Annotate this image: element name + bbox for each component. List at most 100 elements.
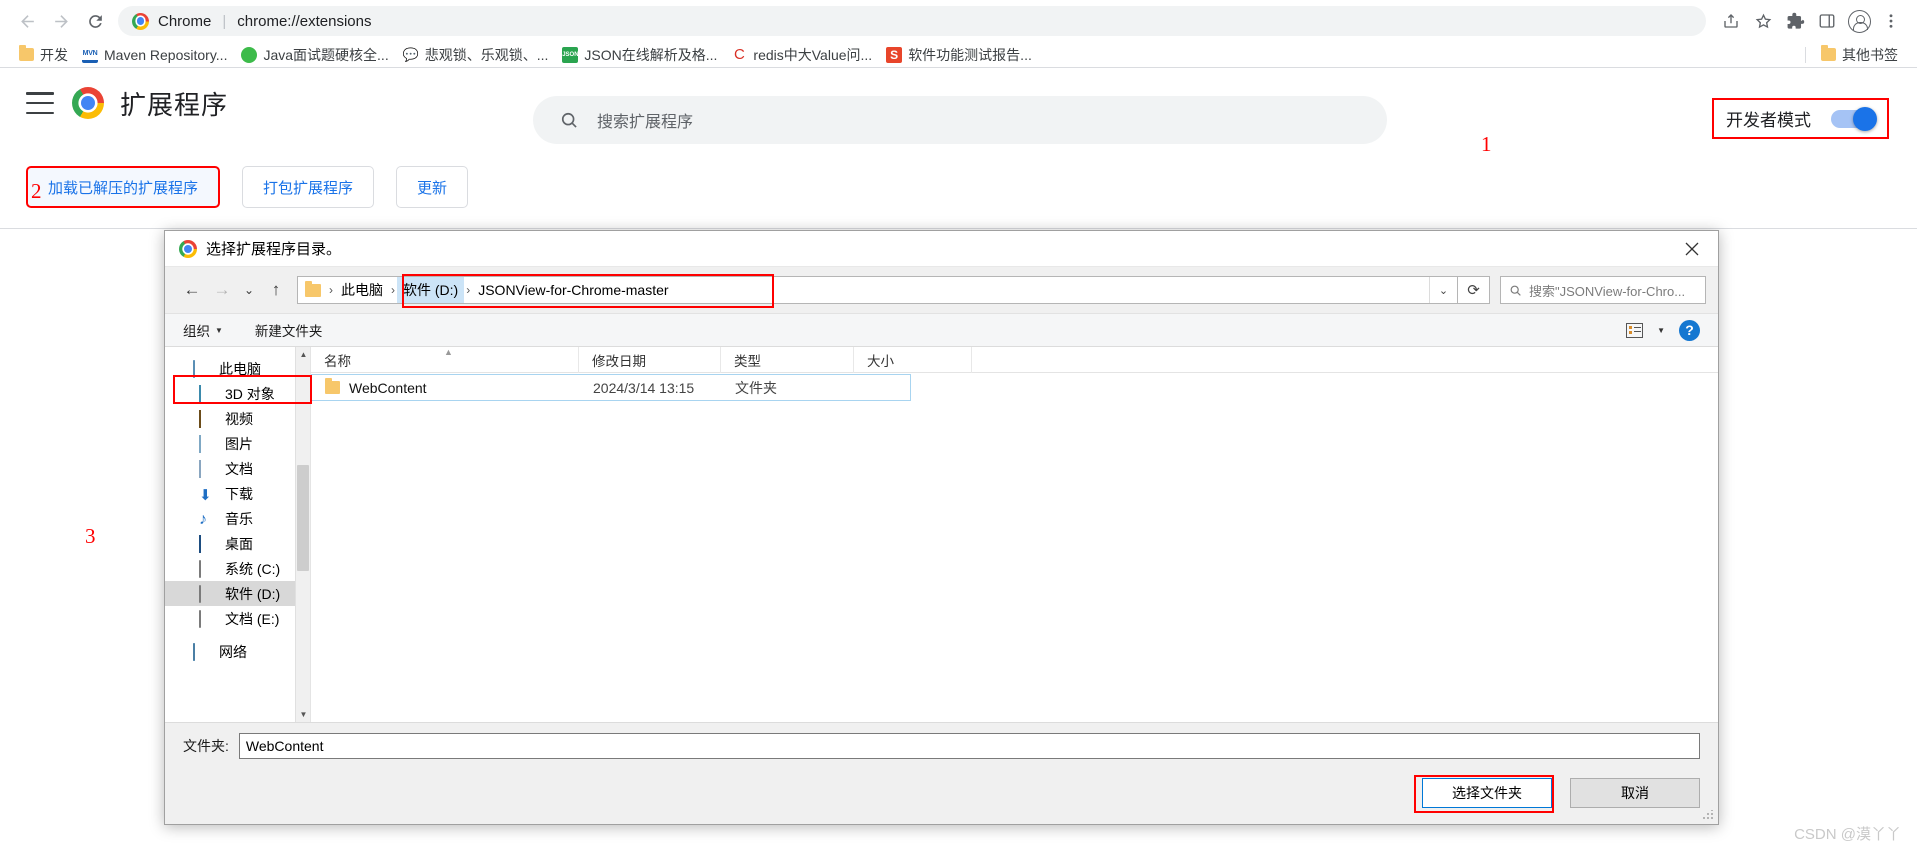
scrollbar-thumb[interactable] bbox=[297, 465, 309, 571]
chevron-down-icon[interactable]: ▼ bbox=[1657, 326, 1665, 335]
update-button[interactable]: 更新 bbox=[396, 166, 468, 208]
help-icon[interactable]: ? bbox=[1679, 320, 1700, 341]
dialog-refresh-button[interactable]: ⟳ bbox=[1458, 276, 1490, 304]
new-folder-button[interactable]: 新建文件夹 bbox=[255, 320, 323, 340]
folder-field-label: 文件夹: bbox=[183, 736, 229, 756]
reload-button[interactable] bbox=[78, 4, 112, 38]
computer-icon bbox=[193, 361, 211, 377]
dialog-toolbar: 组织 ▼ 新建文件夹 ▼ ? bbox=[165, 313, 1718, 347]
dialog-recent-locations-button[interactable]: ⌄ bbox=[237, 275, 261, 305]
bookmark-item[interactable]: S 软件功能测试报告... bbox=[879, 43, 1039, 67]
breadcrumb-separator: › bbox=[464, 283, 472, 297]
profile-avatar-icon[interactable] bbox=[1843, 5, 1875, 37]
folder-name-input[interactable]: WebContent bbox=[239, 733, 1700, 759]
wechat-icon: 💬 bbox=[403, 47, 419, 63]
back-button[interactable] bbox=[10, 4, 44, 38]
tree-item-3d-objects[interactable]: 3D 对象 bbox=[165, 381, 310, 406]
dialog-title-bar: 选择扩展程序目录。 bbox=[165, 231, 1718, 267]
tree-item-this-pc[interactable]: 此电脑 bbox=[165, 356, 310, 381]
bookmark-label: Java面试题硬核全... bbox=[263, 45, 388, 65]
table-row[interactable]: WebContent 2024/3/14 13:15 文件夹 bbox=[311, 374, 911, 401]
dialog-forward-button[interactable]: → bbox=[207, 275, 237, 305]
dialog-up-button[interactable]: ↑ bbox=[261, 275, 291, 305]
music-icon: ♪ bbox=[199, 511, 217, 527]
organize-button[interactable]: 组织 ▼ bbox=[183, 320, 223, 340]
breadcrumb-item-drive-d[interactable]: 软件 (D:) bbox=[397, 277, 464, 303]
tree-item-label: 桌面 bbox=[225, 534, 253, 554]
csdn-c-icon: C bbox=[731, 47, 747, 63]
bookmark-item[interactable]: JSON JSON在线解析及格... bbox=[555, 43, 724, 67]
bookmark-star-icon[interactable] bbox=[1747, 5, 1779, 37]
other-bookmarks-label: 其他书签 bbox=[1842, 45, 1898, 65]
hamburger-menu-icon[interactable] bbox=[26, 92, 54, 114]
screenshot-root: Chrome | chrome://extensions 开发 MVN bbox=[0, 0, 1917, 850]
chevron-down-icon[interactable]: ⌄ bbox=[1429, 277, 1457, 303]
file-name-label: WebContent bbox=[349, 380, 427, 396]
tree-item-pictures[interactable]: 图片 bbox=[165, 431, 310, 456]
forward-button[interactable] bbox=[44, 4, 78, 38]
resize-grip[interactable] bbox=[1703, 810, 1713, 820]
dialog-address-bar[interactable]: › 此电脑 › 软件 (D:) › JSONView-for-Chrome-ma… bbox=[297, 276, 1458, 304]
tree-item-desktop[interactable]: 桌面 bbox=[165, 531, 310, 556]
bookmark-item[interactable]: MVN Maven Repository... bbox=[75, 45, 234, 65]
dialog-toolbar-right: ▼ ? bbox=[1626, 320, 1700, 341]
pack-extension-button[interactable]: 打包扩展程序 bbox=[242, 166, 374, 208]
tree-scrollbar[interactable]: ▲ ▼ bbox=[295, 347, 310, 722]
bookmarks-bar: 开发 MVN Maven Repository... Java面试题硬核全...… bbox=[0, 42, 1917, 68]
column-header-name[interactable]: 名称 ▲ bbox=[311, 347, 579, 373]
dialog-search-placeholder: 搜索"JSONView-for-Chro... bbox=[1529, 281, 1685, 300]
bookmark-item[interactable]: C redis中大Value问... bbox=[724, 43, 879, 67]
dialog-search-input[interactable]: 搜索"JSONView-for-Chro... bbox=[1500, 276, 1706, 304]
chrome-menu-icon[interactable] bbox=[1875, 5, 1907, 37]
dialog-back-button[interactable]: ← bbox=[177, 275, 207, 305]
bookmarks-bar-right: 其他书签 bbox=[1805, 43, 1905, 67]
close-icon[interactable] bbox=[1666, 231, 1718, 267]
tree-item-drive-d[interactable]: 软件 (D:) bbox=[165, 581, 310, 606]
tree-item-drive-c[interactable]: 系统 (C:) bbox=[165, 556, 310, 581]
bookmark-item[interactable]: Java面试题硬核全... bbox=[234, 43, 395, 67]
folder-name-row: 文件夹: WebContent bbox=[165, 722, 1718, 768]
developer-mode-toggle[interactable] bbox=[1831, 110, 1875, 128]
side-panel-icon[interactable] bbox=[1811, 5, 1843, 37]
tree-item-downloads[interactable]: ⬇ 下载 bbox=[165, 481, 310, 506]
search-icon bbox=[1509, 284, 1522, 297]
cancel-button[interactable]: 取消 bbox=[1570, 778, 1700, 808]
tree-item-network[interactable]: 网络 bbox=[165, 639, 310, 664]
file-date-cell: 2024/3/14 13:15 bbox=[580, 380, 722, 396]
extensions-search-input[interactable]: 搜索扩展程序 bbox=[533, 96, 1387, 144]
other-bookmarks-button[interactable]: 其他书签 bbox=[1814, 43, 1905, 67]
select-folder-button[interactable]: 选择文件夹 bbox=[1422, 778, 1552, 808]
share-icon[interactable] bbox=[1715, 5, 1747, 37]
chrome-logo-icon bbox=[72, 87, 104, 119]
load-unpacked-button[interactable]: 加载已解压的扩展程序 bbox=[26, 166, 220, 208]
bookmark-item[interactable]: 开发 bbox=[12, 43, 75, 67]
breadcrumb-item-this-pc[interactable]: 此电脑 bbox=[335, 277, 389, 303]
dialog-body: 此电脑 3D 对象 视频 图片 文档 bbox=[165, 347, 1718, 722]
3d-objects-icon bbox=[199, 386, 217, 402]
tree-item-drive-e[interactable]: 文档 (E:) bbox=[165, 606, 310, 631]
scroll-down-icon[interactable]: ▼ bbox=[296, 707, 311, 722]
scroll-up-icon[interactable]: ▲ bbox=[296, 347, 311, 362]
breadcrumb-separator: › bbox=[389, 283, 397, 297]
column-header-size[interactable]: 大小 bbox=[854, 347, 972, 373]
bookmark-label: redis中大Value问... bbox=[753, 45, 872, 65]
bookmark-item[interactable]: 💬 悲观锁、乐观锁、... bbox=[396, 43, 556, 67]
tree-item-documents[interactable]: 文档 bbox=[165, 456, 310, 481]
maven-icon: MVN bbox=[82, 47, 98, 63]
videos-icon bbox=[199, 411, 217, 427]
tree-item-music[interactable]: ♪ 音乐 bbox=[165, 506, 310, 531]
column-header-type[interactable]: 类型 bbox=[721, 347, 854, 373]
omnibox-separator: | bbox=[220, 13, 228, 30]
view-layout-icon[interactable] bbox=[1626, 323, 1643, 338]
developer-mode-toggle-group[interactable]: 开发者模式 bbox=[1712, 98, 1889, 139]
arrow-left-icon bbox=[18, 12, 37, 31]
file-picker-dialog: 选择扩展程序目录。 ← → ⌄ ↑ › 此电脑 › 软件 (D:) › JSON… bbox=[164, 230, 1719, 825]
tree-item-videos[interactable]: 视频 bbox=[165, 406, 310, 431]
tree-item-label: 此电脑 bbox=[219, 359, 261, 379]
drive-icon bbox=[199, 561, 217, 577]
column-header-date[interactable]: 修改日期 bbox=[579, 347, 721, 373]
breadcrumb-item-folder[interactable]: JSONView-for-Chrome-master bbox=[472, 279, 674, 301]
extensions-puzzle-icon[interactable] bbox=[1779, 5, 1811, 37]
downloads-icon: ⬇ bbox=[199, 486, 217, 502]
address-bar[interactable]: Chrome | chrome://extensions bbox=[118, 6, 1706, 36]
